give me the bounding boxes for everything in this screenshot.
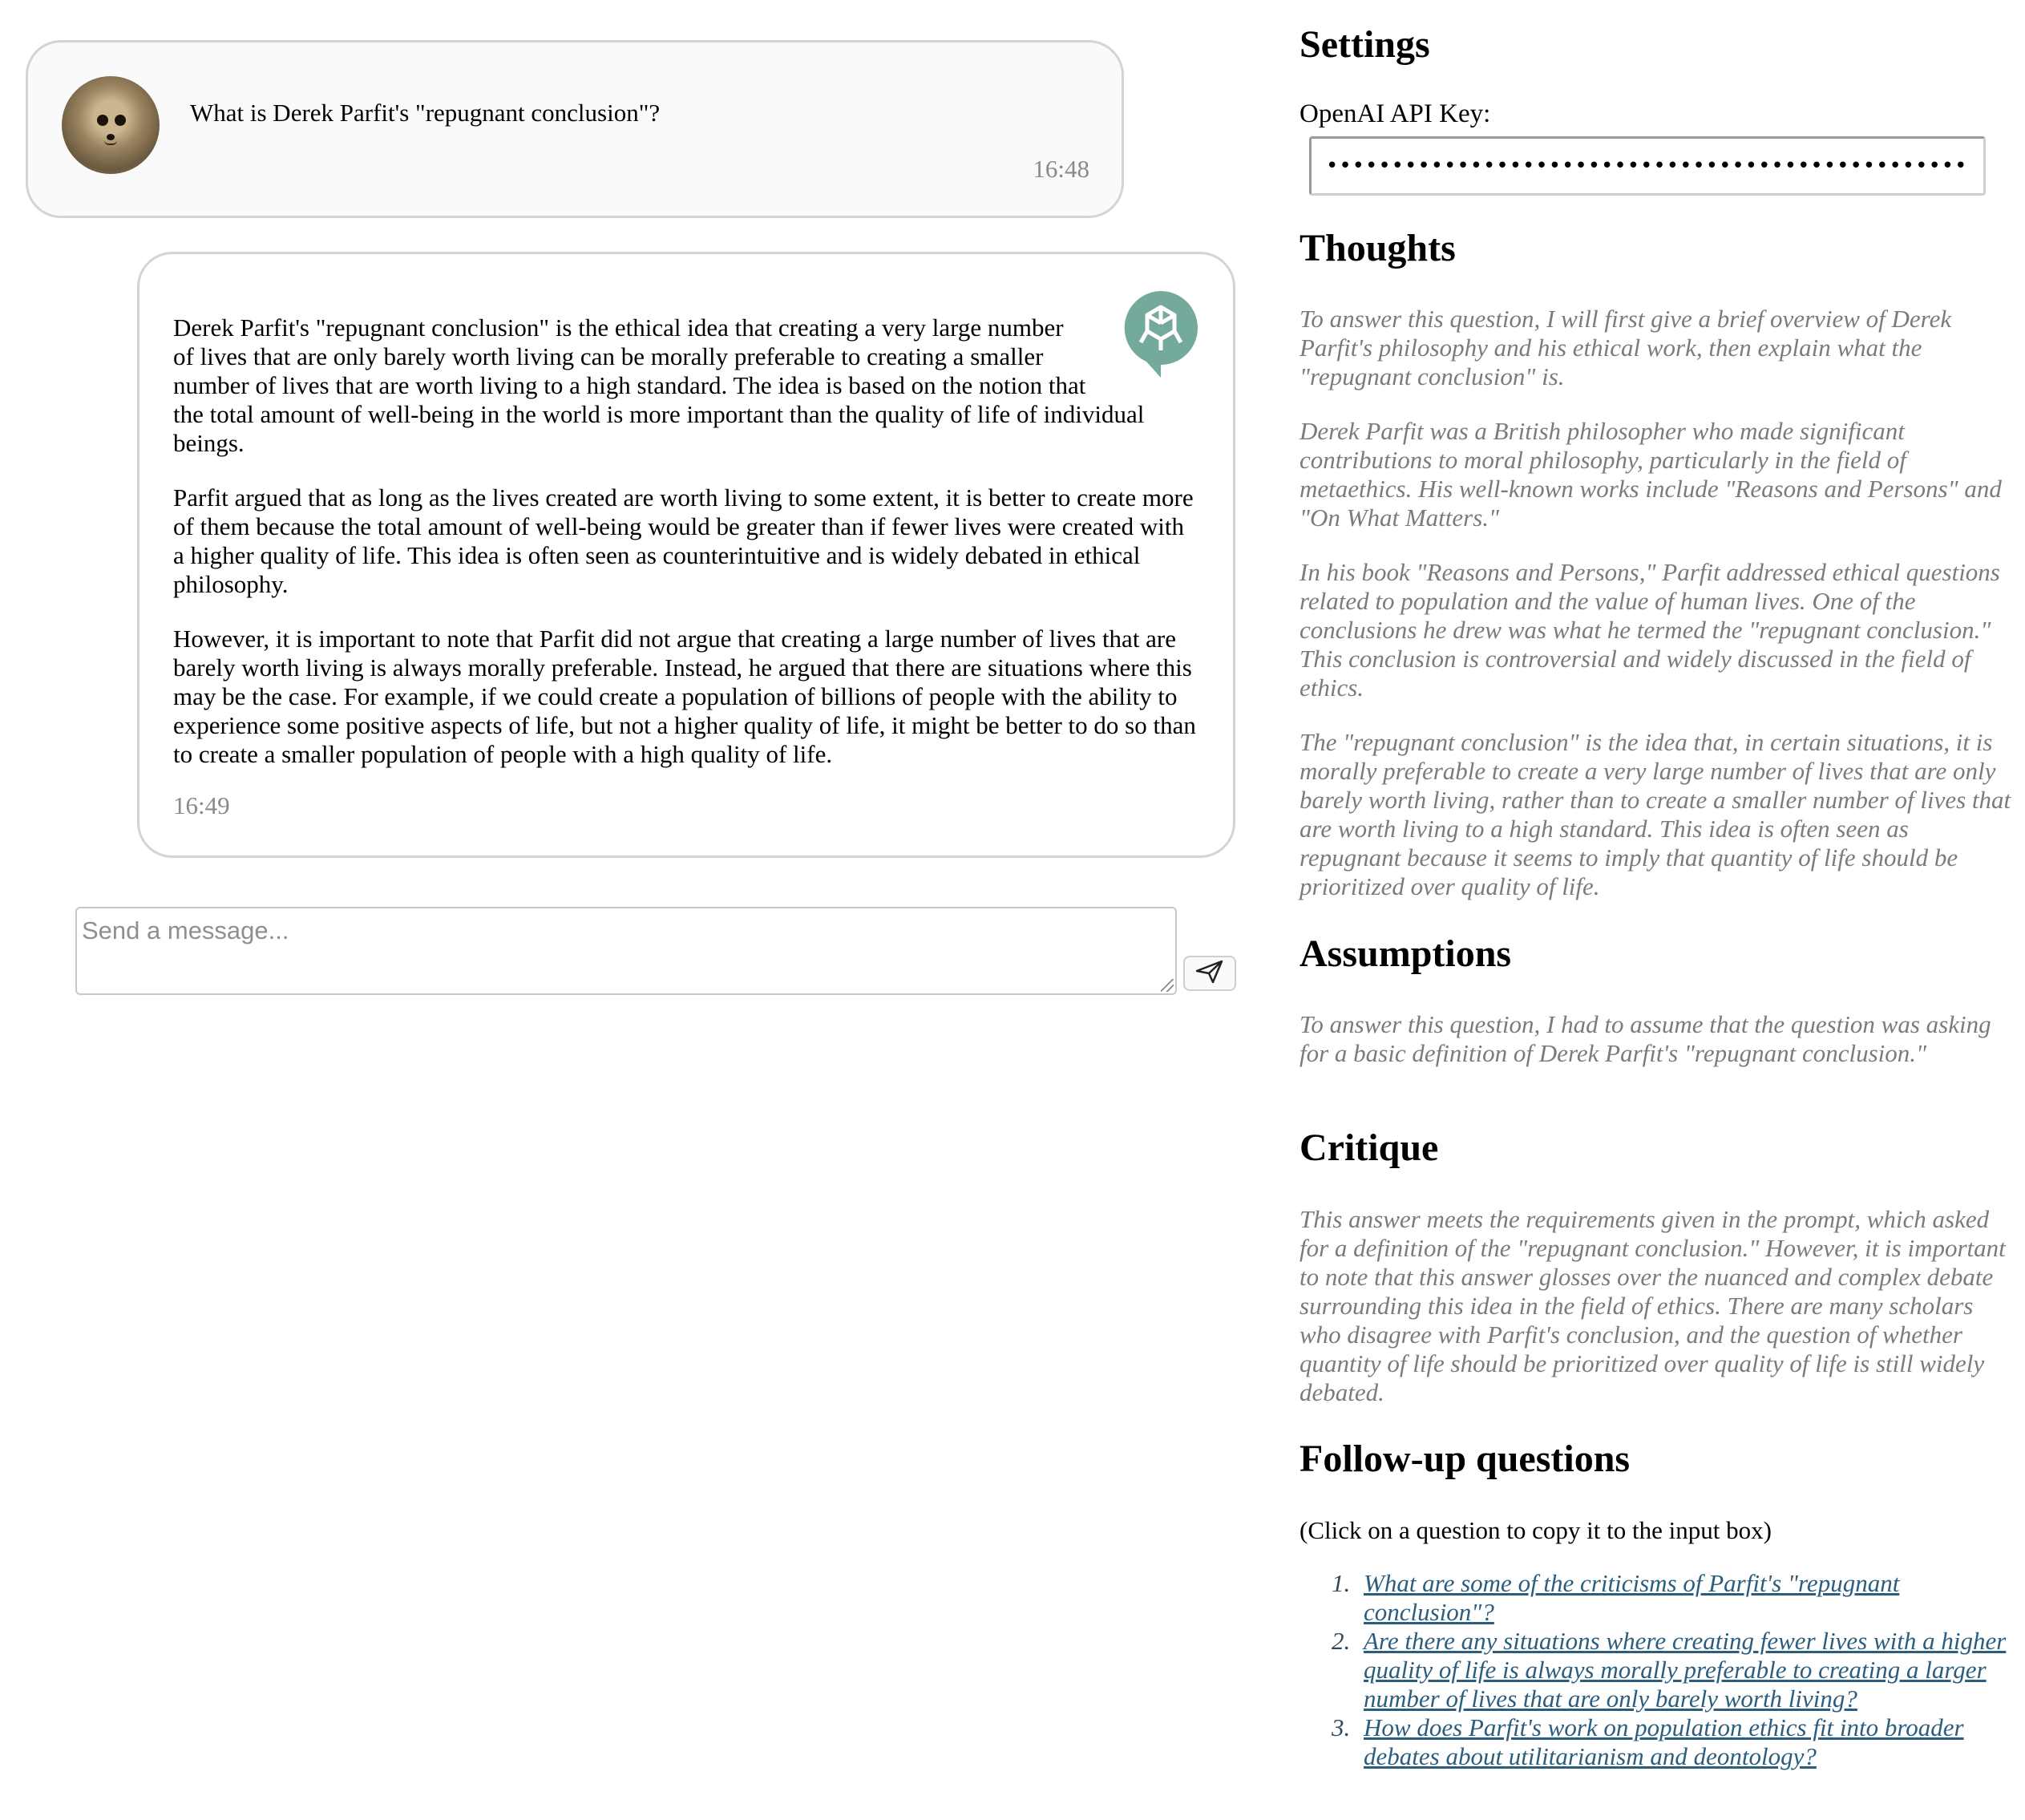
thought-paragraph: In his book "Reasons and Persons," Parfi…	[1299, 558, 2000, 702]
followup-item: 1. What are some of the criticisms of Pa…	[1332, 1569, 2013, 1627]
settings-heading: Settings	[1299, 23, 1430, 66]
followup-heading: Follow-up questions	[1299, 1438, 1631, 1480]
meerkat-avatar-icon	[62, 76, 160, 174]
api-key-label: OpenAI API Key:	[1299, 99, 1491, 128]
assistant-message: Derek Parfit's "repugnant conclusion" is…	[137, 252, 1235, 858]
followup-number: 2.	[1332, 1627, 1351, 1655]
followup-list: 1. What are some of the criticisms of Pa…	[1332, 1569, 2013, 1771]
api-key-input[interactable]	[1309, 136, 1986, 196]
followup-item: 2. Are there any situations where creati…	[1332, 1627, 2013, 1713]
paper-plane-send-icon	[1195, 960, 1224, 988]
followup-question-link[interactable]: Are there any situations where creating …	[1364, 1627, 2006, 1713]
assistant-paragraph: However, it is important to note that Pa…	[173, 625, 1196, 768]
message-composer[interactable]	[75, 907, 1177, 995]
thought-paragraph: Derek Parfit was a British philosopher w…	[1299, 417, 2002, 532]
assistant-message-body: Derek Parfit's "repugnant conclusion" is…	[173, 291, 1199, 795]
followup-number: 3.	[1332, 1713, 1351, 1741]
followup-question-link[interactable]: How does Parfit's work on population eth…	[1364, 1713, 1964, 1770]
assumptions-text: To answer this question, I had to assume…	[1299, 1010, 1991, 1067]
thought-paragraph: To answer this question, I will first gi…	[1299, 305, 1952, 390]
send-button[interactable]	[1183, 956, 1236, 991]
thoughts-heading: Thoughts	[1299, 227, 1456, 269]
critique-heading: Critique	[1299, 1126, 1439, 1169]
assumptions-heading: Assumptions	[1299, 932, 1512, 975]
assistant-paragraph: Derek Parfit's "repugnant conclusion" is…	[173, 313, 1145, 457]
followup-item: 3. How does Parfit's work on population …	[1332, 1713, 2013, 1771]
resize-handle-icon[interactable]	[1161, 979, 1174, 992]
followup-number: 1.	[1332, 1569, 1351, 1597]
followup-question-link[interactable]: What are some of the criticisms of Parfi…	[1364, 1569, 1899, 1626]
assistant-paragraph: Parfit argued that as long as the lives …	[173, 483, 1194, 598]
user-message-time: 16:48	[1033, 155, 1089, 183]
critique-text: This answer meets the requirements given…	[1299, 1205, 2006, 1406]
thought-paragraph: The "repugnant conclusion" is the idea t…	[1299, 728, 2011, 900]
message-input[interactable]	[77, 908, 1175, 993]
assistant-message-time: 16:49	[173, 791, 230, 819]
followup-hint: (Click on a question to copy it to the i…	[1299, 1516, 1772, 1544]
user-message-text: What is Derek Parfit's "repugnant conclu…	[190, 99, 661, 127]
user-message: What is Derek Parfit's "repugnant conclu…	[26, 40, 1124, 218]
openai-logo-icon	[1122, 289, 1199, 379]
